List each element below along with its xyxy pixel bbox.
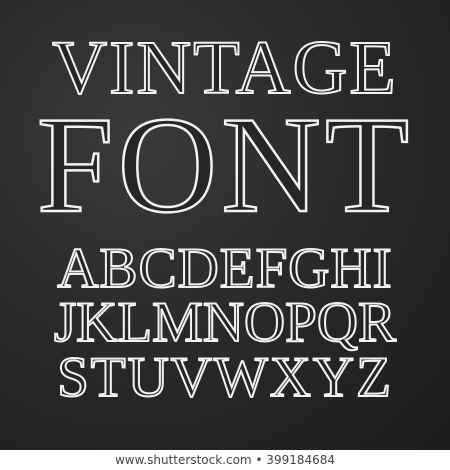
chalkboard-background: VINTAGE FONT ABCDEFGHI JKLMNOPQR STUVWXY… xyxy=(0,0,450,450)
alphabet-row-1: ABCDEFGHI xyxy=(56,237,393,300)
alphabet-row-3: STUVWXYZ xyxy=(56,346,393,409)
watermark: www.shutterstock.com • 399184684 xyxy=(114,453,336,467)
alphabet-row-2: JKLMNOPQR xyxy=(53,291,397,354)
title-font: FONT xyxy=(36,88,414,241)
